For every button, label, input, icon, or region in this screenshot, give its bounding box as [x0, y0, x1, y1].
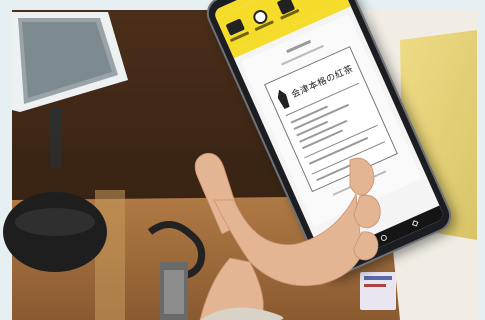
- nav-bar: [322, 205, 446, 271]
- receipt-image: 会津本格の紅茶: [264, 46, 398, 193]
- photo-scene: 会津本格の紅茶: [0, 0, 485, 320]
- receipt-card: 会津本格の紅茶: [240, 13, 422, 227]
- phone-layer: 会津本格の紅茶: [0, 0, 485, 320]
- smartphone: 会津本格の紅茶: [204, 0, 454, 281]
- receipt-shop-name: 会津本格の紅茶: [290, 64, 355, 101]
- recent-icon[interactable]: [347, 248, 356, 257]
- receipt-line: [316, 159, 361, 182]
- phone-screen: 会津本格の紅茶: [212, 0, 446, 271]
- back-icon[interactable]: [411, 220, 419, 227]
- home-icon[interactable]: [379, 233, 388, 242]
- bottle-logo-icon: [275, 88, 291, 110]
